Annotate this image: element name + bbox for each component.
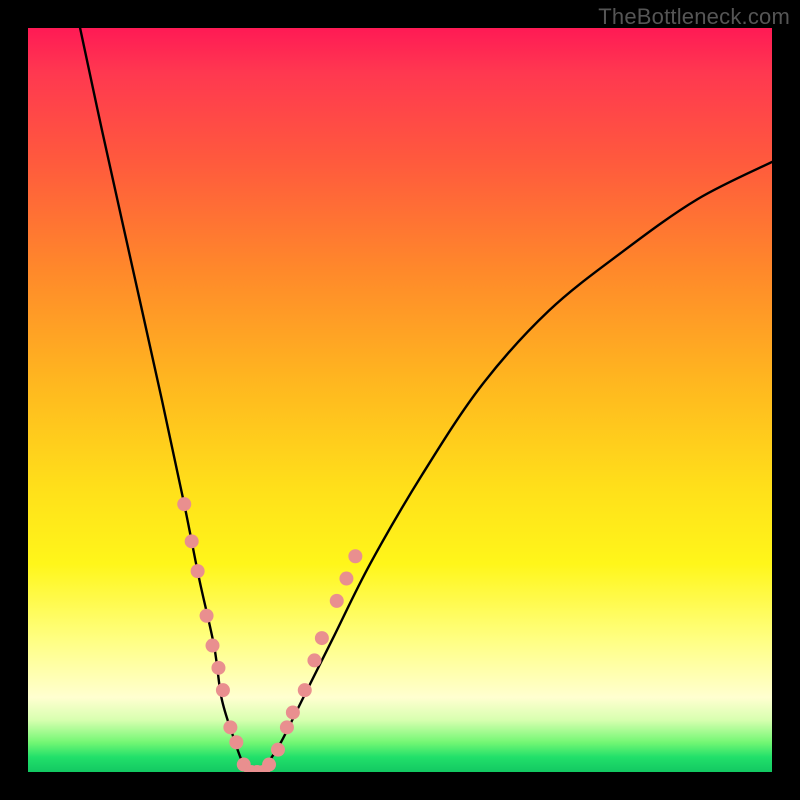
marker-point <box>315 631 329 645</box>
marker-point <box>229 735 243 749</box>
marker-point <box>298 683 312 697</box>
marker-point <box>339 572 353 586</box>
marker-point <box>271 743 285 757</box>
marker-point <box>216 683 230 697</box>
chart-frame: TheBottleneck.com <box>0 0 800 800</box>
marker-point <box>177 497 191 511</box>
chart-svg <box>28 28 772 772</box>
marker-point <box>191 564 205 578</box>
plot-area <box>28 28 772 772</box>
watermark-text: TheBottleneck.com <box>598 4 790 30</box>
bottleneck-curve <box>80 28 772 772</box>
marker-point <box>307 653 321 667</box>
marker-point <box>330 594 344 608</box>
marker-point <box>200 609 214 623</box>
marker-point <box>206 639 220 653</box>
marker-point <box>223 720 237 734</box>
marker-point <box>280 720 294 734</box>
marker-point <box>185 534 199 548</box>
marker-point <box>211 661 225 675</box>
marker-point <box>262 758 276 772</box>
marker-point <box>286 705 300 719</box>
marker-point <box>348 549 362 563</box>
